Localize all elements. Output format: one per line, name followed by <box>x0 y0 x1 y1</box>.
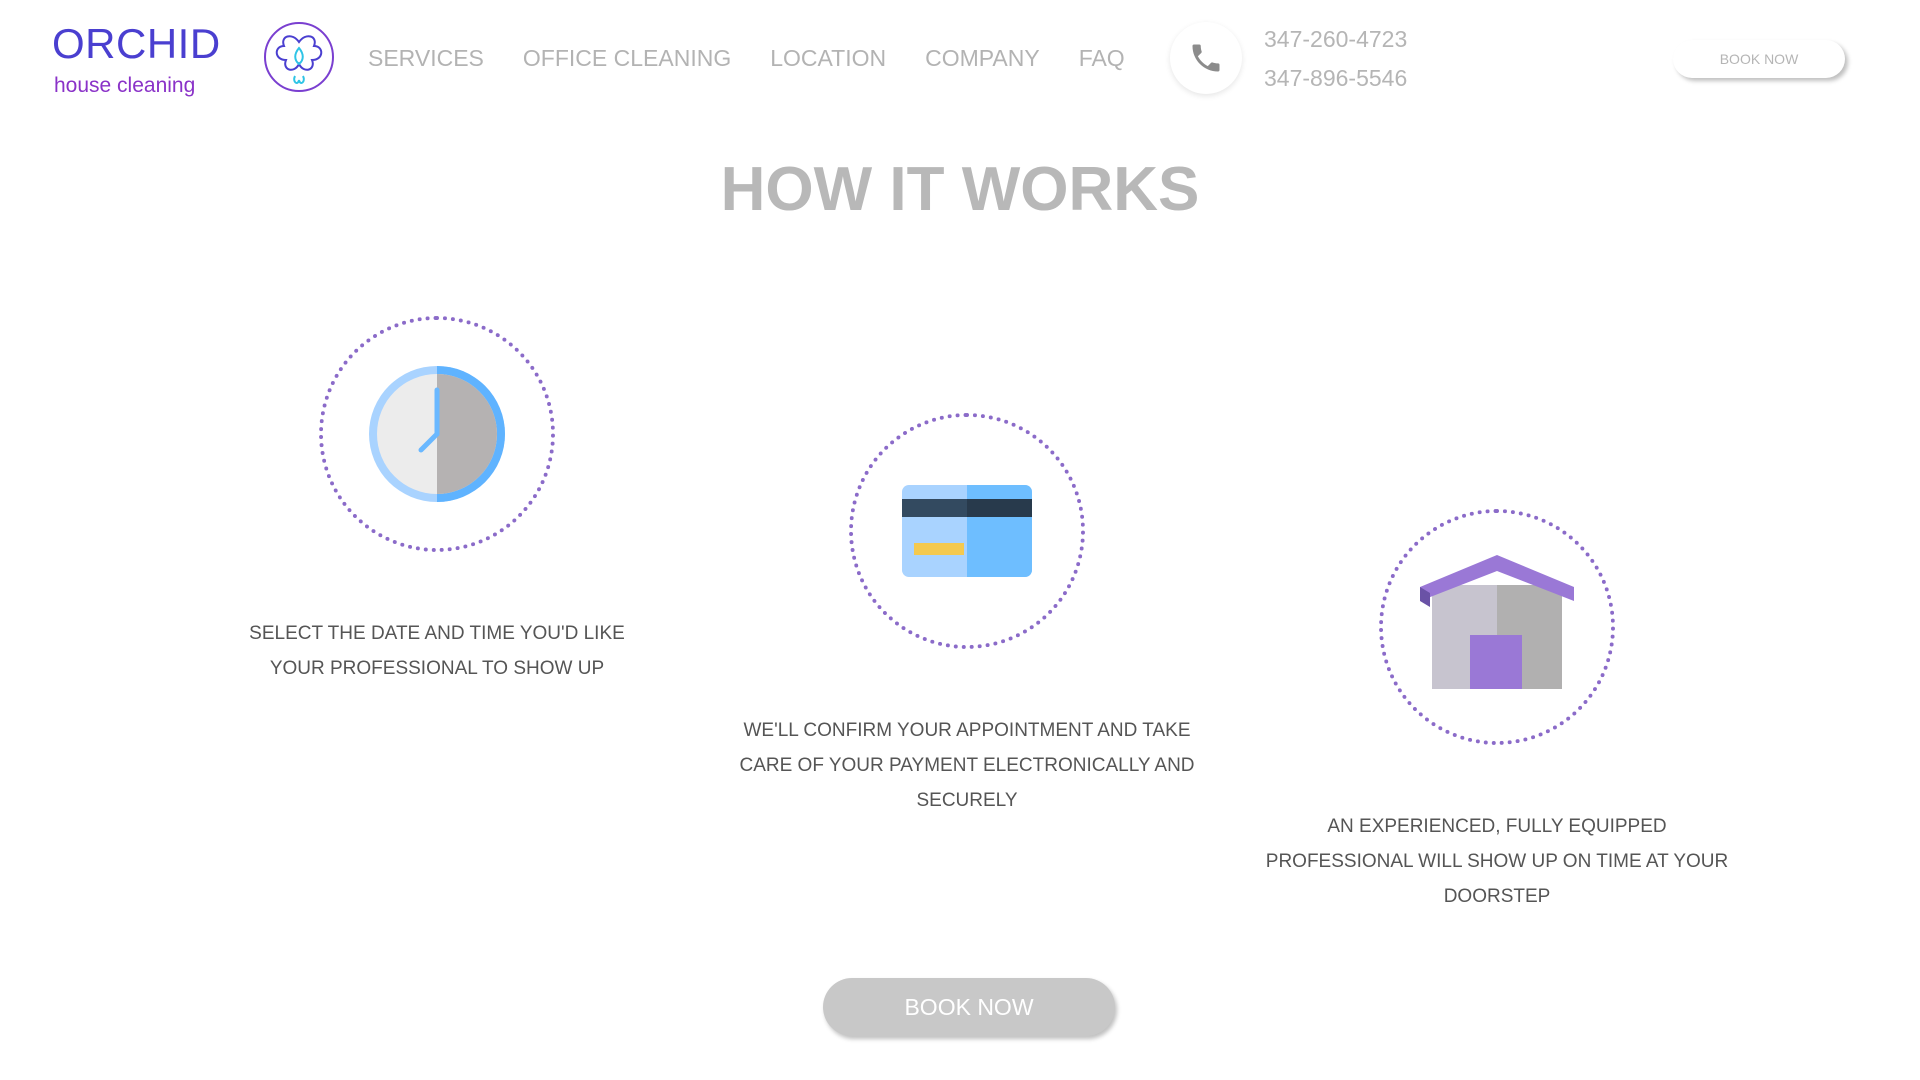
step-2-text: WE'LL CONFIRM YOUR APPOINTMENT AND TAKE … <box>739 720 1195 811</box>
step-1-text: SELECT THE DATE AND TIME YOU'D LIKE YOUR… <box>249 623 625 679</box>
main-nav: SERVICES OFFICE CLEANING LOCATION COMPAN… <box>368 40 1164 76</box>
logo-wordmark: ORCHID <box>52 20 221 67</box>
logo[interactable]: ORCHID house cleaning <box>52 20 334 100</box>
nav-services[interactable]: SERVICES <box>368 40 484 76</box>
house-icon <box>1420 555 1574 689</box>
nav-location[interactable]: LOCATION <box>770 40 886 76</box>
nav-office-cleaning[interactable]: OFFICE CLEANING <box>523 40 731 76</box>
credit-card-icon <box>902 485 1032 577</box>
logo-tagline: house cleaning <box>54 74 196 97</box>
nav-faq[interactable]: FAQ <box>1079 40 1125 76</box>
step-1: SELECT THE DATE AND TIME YOU'D LIKE YOUR… <box>187 316 687 696</box>
step-3: AN EXPERIENCED, FULLY EQUIPPED PROFESSIO… <box>1247 509 1747 909</box>
phone-numbers: 347-260-4723 347-896-5546 <box>1264 20 1407 98</box>
header-book-now-button[interactable]: BOOK NOW <box>1673 40 1845 78</box>
step-3-circle <box>1379 509 1615 745</box>
book-now-button[interactable]: BOOK NOW <box>823 978 1115 1036</box>
phone-number-1[interactable]: 347-260-4723 <box>1264 20 1407 59</box>
step-2-circle <box>849 413 1085 649</box>
step-3-text: AN EXPERIENCED, FULLY EQUIPPED PROFESSIO… <box>1265 816 1729 907</box>
nav-company[interactable]: COMPANY <box>925 40 1040 76</box>
step-2: WE'LL CONFIRM YOUR APPOINTMENT AND TAKE … <box>717 413 1217 813</box>
step-1-circle <box>319 316 555 552</box>
site-header: ORCHID house cleaning SERVICES OFFICE CL… <box>0 0 1920 120</box>
phone-badge[interactable] <box>1170 22 1242 94</box>
orchid-flower-icon <box>264 22 334 92</box>
phone-icon <box>1192 44 1220 72</box>
clock-icon <box>369 366 505 502</box>
page-title: HOW IT WORKS <box>720 155 1200 224</box>
phone-number-2[interactable]: 347-896-5546 <box>1264 59 1407 98</box>
